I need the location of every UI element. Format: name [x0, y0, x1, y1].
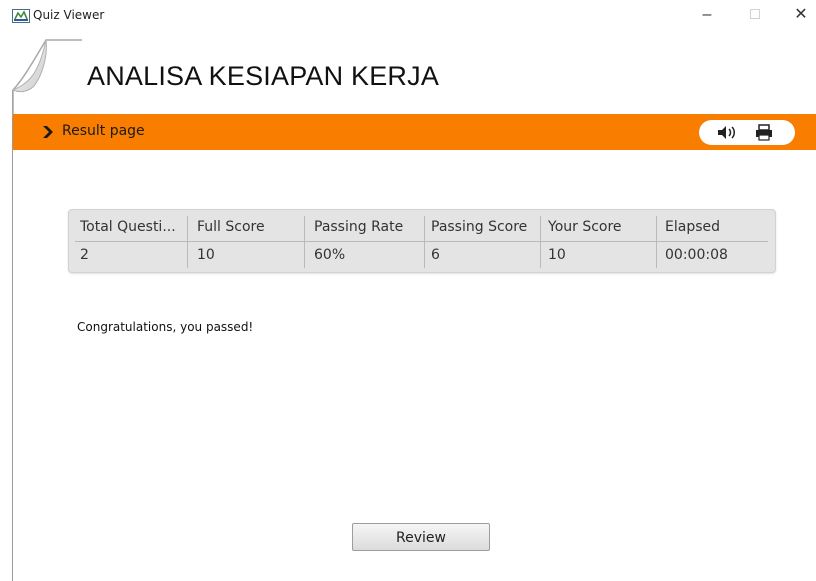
column-divider: [304, 216, 305, 268]
arrow-right-icon: [43, 126, 53, 138]
quiz-title: ANALISA KESIAPAN KERJA: [87, 61, 440, 91]
quiz-viewer-app-icon: [12, 9, 30, 23]
column-header-passing-score: Passing Score: [431, 219, 528, 235]
review-button[interactable]: Review: [352, 523, 490, 551]
close-icon[interactable]: ✕: [788, 4, 814, 26]
column-divider: [187, 216, 188, 268]
result-toolbar: Result page: [13, 114, 816, 150]
passing-rate-value: 60%: [314, 247, 346, 263]
result-page-label: Result page: [62, 123, 145, 139]
minimize-icon[interactable]: –: [694, 4, 720, 26]
elapsed-value: 00:00:08: [665, 247, 728, 263]
column-header-elapsed: Elapsed: [665, 219, 720, 235]
column-divider: [656, 216, 657, 268]
result-message: Congratulations, you passed!: [77, 320, 254, 334]
toolbar-actions: [699, 120, 795, 145]
column-header-passing-rate: Passing Rate: [314, 219, 404, 235]
speaker-icon[interactable]: [715, 123, 737, 142]
results-table: Total Questi... Full Score Passing Rate …: [68, 209, 776, 273]
printer-icon[interactable]: [753, 123, 775, 142]
full-score-value: 10: [197, 247, 215, 263]
your-score-value: 10: [548, 247, 566, 263]
window-title: Quiz Viewer: [33, 8, 105, 22]
page-curl-graphic: [12, 39, 82, 116]
column-header-total-questions: Total Questi...: [80, 219, 176, 235]
content-left-border: [12, 90, 13, 581]
table-header-divider: [75, 241, 768, 242]
column-header-your-score: Your Score: [548, 219, 622, 235]
passing-score-value: 6: [431, 247, 440, 263]
total-questions-value: 2: [80, 247, 89, 263]
column-divider: [424, 216, 425, 268]
title-bar: Quiz Viewer – □ ✕: [0, 0, 816, 30]
quiz-viewer-window: Quiz Viewer – □ ✕ ANALISA KESIAPAN KERJA…: [0, 0, 816, 581]
maximize-icon[interactable]: □: [742, 4, 768, 26]
column-header-full-score: Full Score: [197, 219, 265, 235]
column-divider: [540, 216, 541, 268]
